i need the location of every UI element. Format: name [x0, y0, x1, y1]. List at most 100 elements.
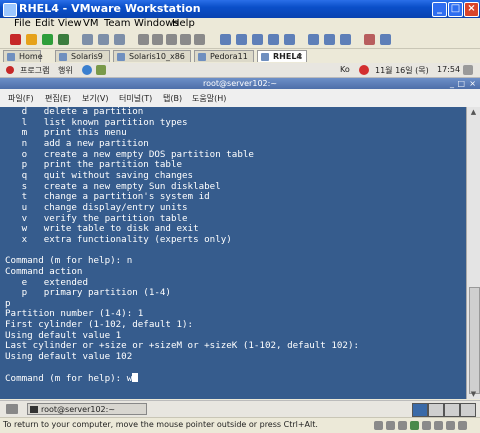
vmware-status-bar: To return to your computer, move the mou…	[0, 417, 480, 433]
console-view-icon[interactable]	[252, 34, 263, 45]
vm-icon	[198, 53, 206, 61]
settings-icon[interactable]	[138, 34, 149, 45]
guest-bottom-panel: root@server102:~	[0, 400, 480, 418]
vm-icon	[59, 53, 67, 61]
tab-label: Pedora11	[210, 52, 248, 61]
terminal-scrollbar[interactable]: ▲ ▼	[466, 107, 480, 399]
update-alert-icon[interactable]	[359, 65, 369, 75]
terminal-line: Partition number (1-4): 1	[5, 308, 144, 320]
menu-file[interactable]: File	[14, 18, 31, 29]
sidebar-icon[interactable]	[220, 34, 231, 45]
workspace-2[interactable]	[428, 403, 444, 417]
terminal-line: d delete a partition	[21, 106, 144, 117]
snapshot-icon[interactable]	[82, 34, 93, 45]
usb-device-icon[interactable]	[422, 421, 431, 430]
terminal-line: x extra functionality (experts only)	[21, 233, 232, 245]
terminal-title-bar[interactable]: root@server102:~ _ □ ×	[0, 78, 480, 89]
workspace-3[interactable]	[444, 403, 460, 417]
scroll-down-icon[interactable]: ▼	[469, 390, 478, 398]
terminal-line: t change a partition's system id	[21, 191, 210, 203]
terminal-line: Last cylinder or +size or +sizeM or +siz…	[5, 340, 360, 352]
power-on-icon[interactable]	[42, 34, 53, 45]
menu-help[interactable]: Help	[172, 18, 195, 29]
taskbar-terminal-item[interactable]: root@server102:~	[27, 403, 147, 415]
devices-icon[interactable]	[152, 34, 163, 45]
sound-icon[interactable]	[194, 34, 205, 45]
appliance-view-icon[interactable]	[324, 34, 335, 45]
terminal-line: q quit without saving changes	[21, 169, 194, 181]
show-desktop-icon[interactable]	[6, 404, 18, 414]
maximize-button[interactable]: □	[448, 2, 463, 17]
message-log-icon[interactable]	[458, 421, 467, 430]
terminal-menu-view[interactable]: 보기(V)	[82, 93, 108, 104]
unity-icon[interactable]	[284, 34, 295, 45]
cdrom-icon[interactable]	[386, 421, 395, 430]
menu-team[interactable]: Team	[104, 18, 130, 29]
tab-home[interactable]: Home	[3, 50, 43, 62]
menu-view[interactable]: View	[58, 18, 82, 29]
scrollbar-thumb[interactable]	[469, 287, 480, 394]
revert-snapshot-icon[interactable]	[98, 34, 109, 45]
power-off-icon[interactable]	[10, 34, 21, 45]
floppy-icon[interactable]	[398, 421, 407, 430]
date-label[interactable]: 11월 16일 (목)	[375, 65, 429, 76]
terminal-prompt: Command (m for help): w	[5, 373, 133, 385]
menu-edit[interactable]: Edit	[35, 18, 54, 29]
terminal-minimize-icon[interactable]: _	[450, 78, 454, 89]
mail-launcher-icon[interactable]	[96, 65, 106, 75]
terminal-line: Using default value 102	[5, 351, 133, 363]
applications-menu[interactable]: 프로그램	[20, 65, 49, 76]
terminal-menu-edit[interactable]: 편집(E)	[45, 93, 71, 104]
record-icon[interactable]	[364, 34, 375, 45]
console-icon[interactable]	[340, 34, 351, 45]
printer-icon[interactable]	[446, 421, 455, 430]
quick-switch-icon[interactable]	[236, 34, 247, 45]
network-adapter-icon[interactable]	[410, 421, 419, 430]
vm-icon	[117, 53, 125, 61]
terminal-menu-file[interactable]: 파일(F)	[8, 93, 34, 104]
terminal-menu-help[interactable]: 도움말(H)	[192, 93, 226, 104]
terminal-line: s create a new empty Sun disklabel	[21, 180, 221, 192]
vmware-toolbar	[0, 31, 480, 49]
reset-icon[interactable]	[58, 34, 69, 45]
terminal-maximize-icon[interactable]: □	[457, 78, 465, 89]
volume-icon[interactable]	[463, 65, 473, 75]
clock-label[interactable]: 17:54	[437, 65, 460, 74]
tab-pedora11[interactable]: Pedora11	[194, 50, 254, 62]
close-button[interactable]: ×	[464, 2, 479, 17]
tab-solaris9[interactable]: Solaris9	[55, 50, 110, 62]
tab-close-icon[interactable]: ×	[296, 51, 303, 63]
vmware-title-bar[interactable]: RHEL4 - VMware Workstation _ □ ×	[0, 0, 480, 18]
tab-rhel4[interactable]: RHEL4 ×	[257, 50, 307, 62]
menu-vm[interactable]: VM	[83, 18, 98, 29]
scroll-up-icon[interactable]: ▲	[469, 108, 478, 116]
fullscreen-icon[interactable]	[268, 34, 279, 45]
terminal-line: Command action	[5, 265, 83, 277]
browser-launcher-icon[interactable]	[82, 65, 92, 75]
summary-icon[interactable]	[308, 34, 319, 45]
vm-icon	[261, 53, 269, 61]
terminal-line: p	[5, 297, 11, 309]
terminal-close-icon[interactable]: ×	[469, 78, 476, 89]
terminal-line: o create a new empty DOS partition table	[21, 148, 254, 160]
terminal-output[interactable]: d delete a partition l list known partit…	[0, 106, 466, 399]
hard-disk-icon[interactable]	[374, 421, 383, 430]
usb-icon[interactable]	[180, 34, 191, 45]
tab-solaris10-x86[interactable]: Solaris10_x86	[113, 50, 191, 62]
network-icon[interactable]	[166, 34, 177, 45]
replay-icon[interactable]	[380, 34, 391, 45]
vm-tab-strip: Home Solaris9 Solaris10_x86 Pedora11 RHE…	[0, 49, 480, 63]
terminal-line: p print the partition table	[21, 159, 183, 171]
workspace-4[interactable]	[460, 403, 476, 417]
keyboard-indicator[interactable]: Ko	[340, 65, 350, 74]
sound-card-icon[interactable]	[434, 421, 443, 430]
actions-menu[interactable]: 행위	[58, 65, 73, 76]
terminal-menu-tabs[interactable]: 탭(B)	[163, 93, 182, 104]
snapshot-manager-icon[interactable]	[114, 34, 125, 45]
terminal-menu-terminal[interactable]: 터미널(T)	[119, 93, 152, 104]
suspend-icon[interactable]	[26, 34, 37, 45]
workspace-1[interactable]	[412, 403, 428, 417]
minimize-button[interactable]: _	[432, 2, 447, 17]
redhat-menu-icon[interactable]	[6, 66, 14, 74]
terminal-title: root@server102:~	[202, 79, 278, 88]
